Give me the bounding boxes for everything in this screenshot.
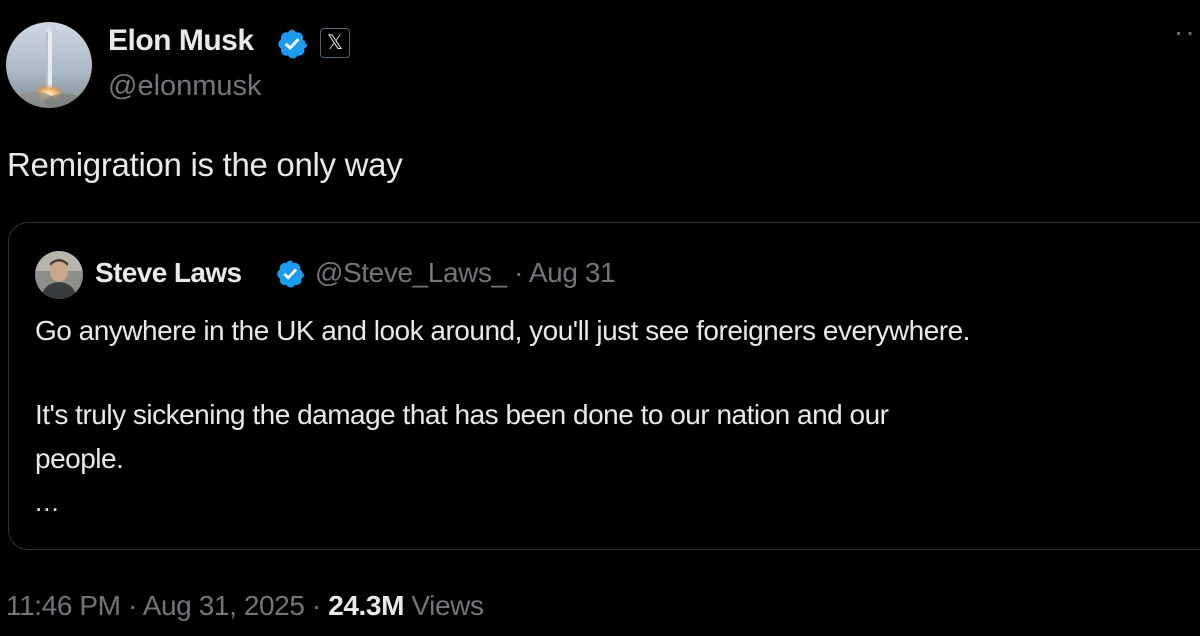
quoted-text-ellipsis: ... xyxy=(35,487,60,517)
post-date[interactable]: Aug 31, 2025 xyxy=(143,590,305,621)
quoted-verified-badge-icon xyxy=(277,260,305,288)
quoted-post-date[interactable]: Aug 31 xyxy=(529,257,616,288)
quoted-text-line: Go anywhere in the UK and look around, y… xyxy=(35,315,970,346)
quoted-avatar-image xyxy=(35,251,83,299)
quoted-text-line: It's truly sickening the damage that has… xyxy=(35,399,889,430)
quoted-post[interactable]: Steve Laws @Steve_Laws_ · Aug 31 Go anyw… xyxy=(8,222,1200,550)
quoted-author-handle[interactable]: @Steve_Laws_ xyxy=(315,257,507,288)
post: Elon Musk 𝕏 ··· @elonmusk Remigration is… xyxy=(0,0,1200,636)
views-count[interactable]: 24.3M xyxy=(328,590,404,621)
post-time[interactable]: 11:46 PM xyxy=(6,590,121,621)
author-avatar[interactable] xyxy=(6,22,92,108)
meta-separator: · xyxy=(120,590,143,621)
post-text: Remigration is the only way xyxy=(7,146,403,183)
quoted-author-name[interactable]: Steve Laws xyxy=(95,257,242,289)
author-handle[interactable]: @elonmusk xyxy=(108,70,262,103)
views-label: Views xyxy=(404,590,484,621)
quoted-post-meta: @Steve_Laws_ · Aug 31 xyxy=(315,257,616,289)
author-name[interactable]: Elon Musk xyxy=(108,24,254,58)
meta-separator: · xyxy=(304,590,329,621)
author-avatar-image xyxy=(6,22,92,108)
quoted-meta-separator: · xyxy=(506,257,529,288)
post-meta: 11:46 PM · Aug 31, 2025 · 24.3M Views xyxy=(6,590,484,622)
quoted-text-line: people. xyxy=(35,443,124,474)
quoted-author-avatar[interactable] xyxy=(35,251,83,299)
verified-badge-icon[interactable] xyxy=(276,28,308,60)
more-options-icon[interactable]: ··· xyxy=(1174,26,1200,56)
x-logo-icon[interactable]: 𝕏 xyxy=(320,28,350,58)
